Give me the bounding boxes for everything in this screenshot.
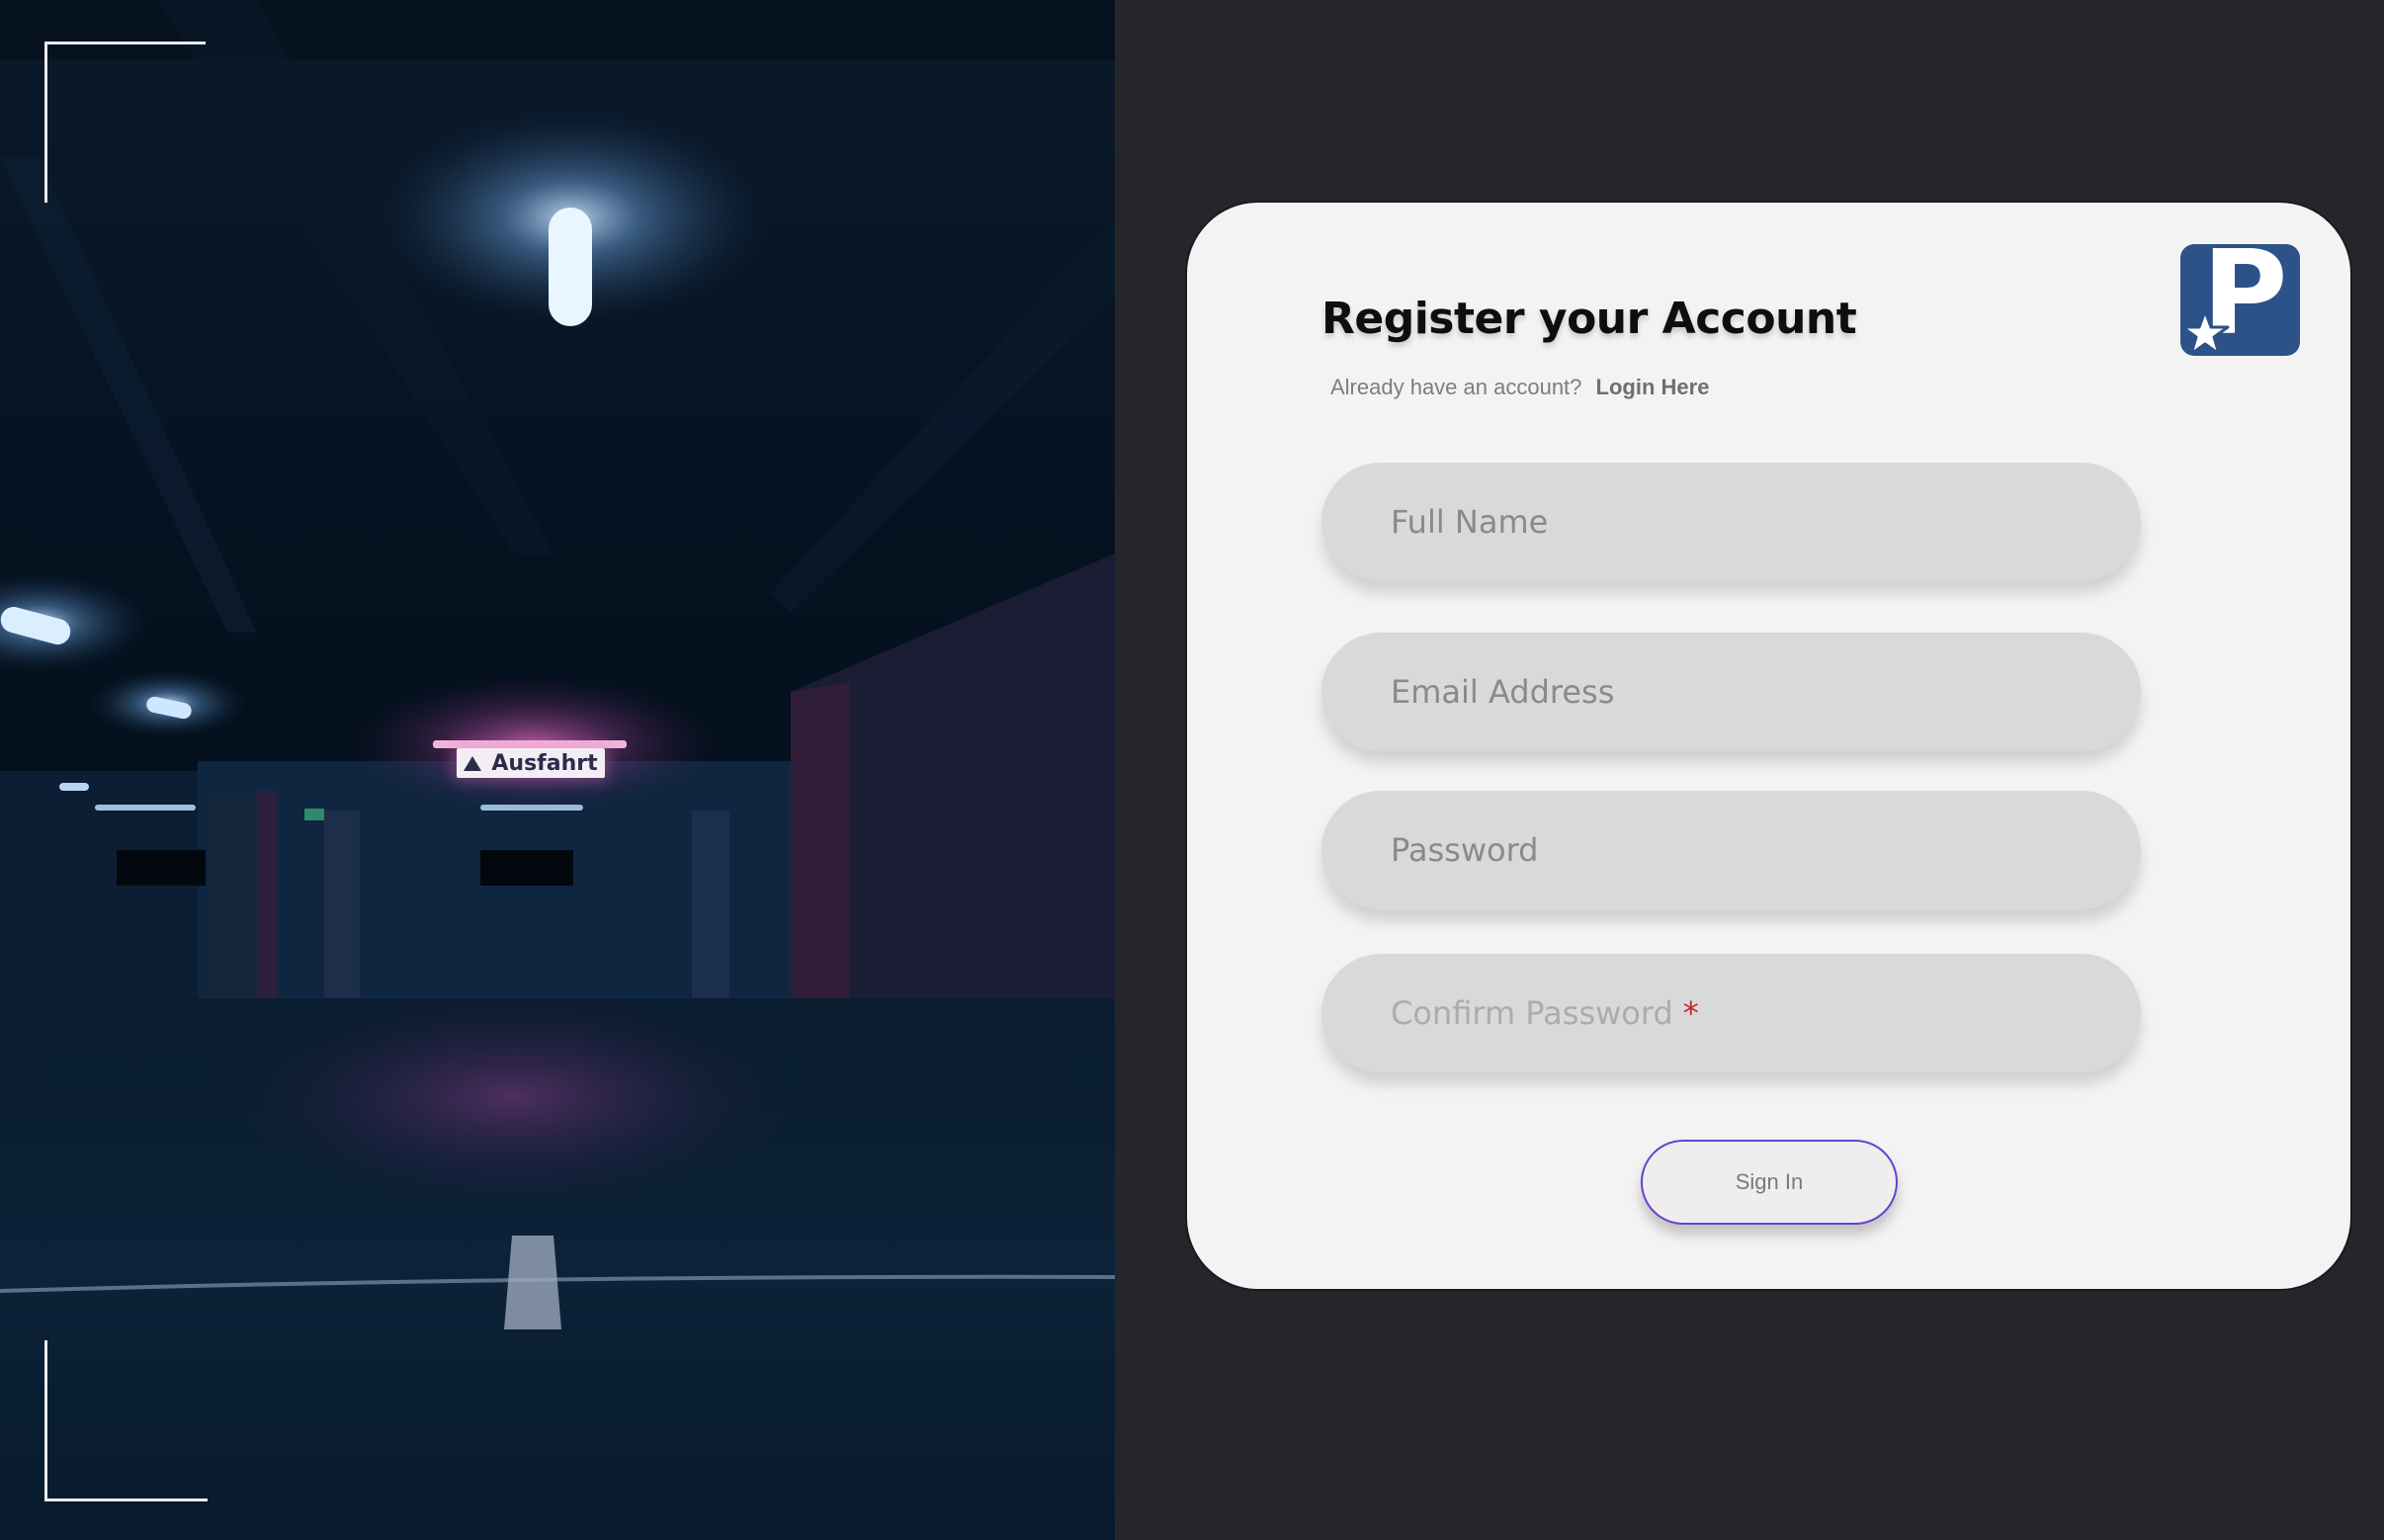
parking-garage-photo: Ausfahrt	[0, 0, 1115, 1540]
password-placeholder: Password	[1391, 831, 1539, 869]
up-arrow-icon	[464, 755, 482, 771]
star-icon	[2180, 309, 2230, 356]
register-page: Ausfahrt P Register your Account Already…	[0, 0, 2384, 1540]
ausfahrt-sign-text: Ausfahrt	[491, 750, 598, 776]
parking-logo: P	[2180, 244, 2300, 356]
full-name-placeholder: Full Name	[1391, 503, 1549, 541]
corner-bracket-bottom-left	[44, 1340, 208, 1501]
login-prompt-text: Already have an account?	[1330, 375, 1582, 399]
sign-in-button[interactable]: Sign In	[1641, 1140, 1898, 1225]
full-name-field[interactable]: Full Name	[1321, 463, 2141, 581]
required-asterisk: *	[1682, 994, 1699, 1032]
corner-bracket-top-left	[44, 42, 206, 203]
register-card: P Register your Account Already have an …	[1185, 201, 2352, 1291]
password-field[interactable]: Password	[1321, 791, 2141, 909]
confirm-password-placeholder: Confirm Password	[1391, 994, 1673, 1032]
confirm-password-field[interactable]: Confirm Password *	[1321, 954, 2141, 1072]
login-prompt: Already have an account? Login Here	[1330, 375, 1709, 400]
page-title: Register your Account	[1321, 294, 1857, 344]
email-field[interactable]: Email Address	[1321, 633, 2141, 751]
email-placeholder: Email Address	[1391, 673, 1615, 711]
login-here-link[interactable]: Login Here	[1596, 375, 1710, 399]
ausfahrt-sign: Ausfahrt	[457, 748, 605, 778]
